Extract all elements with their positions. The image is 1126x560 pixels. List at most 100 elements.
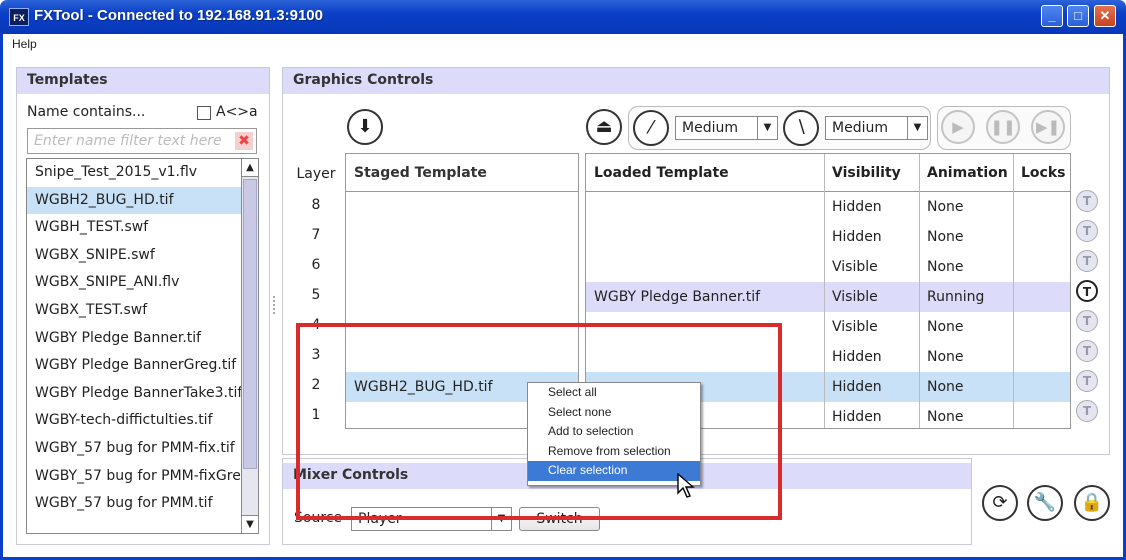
animation-cell: None	[927, 379, 964, 395]
template-list-item[interactable]: WGBH_TEST.swf	[27, 214, 243, 242]
scroll-thumb[interactable]	[243, 179, 257, 469]
column-divider	[919, 154, 920, 428]
template-list-item[interactable]: WGBH2_BUG_HD.tif	[27, 186, 243, 215]
layer-lock-icon[interactable]: T	[1076, 370, 1098, 392]
template-list[interactable]: Snipe_Test_2015_v1.flv WGBH2_BUG_HD.tif WG…	[26, 158, 244, 534]
template-list-item[interactable]: WGBY-tech-diffictulties.tif	[27, 407, 243, 435]
column-divider	[824, 154, 825, 428]
chevron-down-icon[interactable]: ▼	[757, 117, 777, 139]
staged-template-cell[interactable]	[346, 222, 578, 252]
layer-number: 7	[311, 227, 321, 243]
graphics-controls-title: Graphics Controls	[283, 68, 1109, 94]
speed-out-select[interactable]: Medium ▼	[825, 116, 928, 140]
panel-splitter[interactable]	[273, 296, 278, 314]
skip-icon[interactable]: ▶❚	[1031, 110, 1065, 144]
lock-column: TTTTTTTT	[1076, 190, 1098, 430]
template-list-item[interactable]: WGBY Pledge BannerTake3.tif	[27, 380, 243, 408]
animation-cell: None	[927, 229, 964, 245]
context-menu-item[interactable]: Clear selection	[528, 461, 700, 481]
menu-help[interactable]: Help	[12, 37, 37, 51]
name-contains-label: Name contains...	[27, 104, 146, 120]
loaded-template-row[interactable]: WGBY Pledge Banner.tif Visible Running	[586, 282, 1070, 312]
eject-icon[interactable]: ⏏	[586, 109, 622, 145]
pause-icon[interactable]: ❚❚	[986, 110, 1020, 144]
animation-cell: Running	[927, 289, 985, 305]
layer-lock-icon[interactable]: T	[1076, 310, 1098, 332]
staged-template-header: Staged Template	[346, 154, 578, 192]
scroll-down-icon[interactable]: ▼	[242, 515, 258, 533]
animation-cell: None	[927, 259, 964, 275]
context-menu-item[interactable]: Remove from selection	[528, 442, 700, 462]
layer-lock-icon[interactable]: T	[1076, 280, 1098, 302]
play-icon[interactable]: ▶	[941, 110, 975, 144]
window-title: FXTool - Connected to 192.168.91.3:9100	[34, 7, 323, 24]
templates-title: Templates	[17, 68, 269, 94]
animation-cell: None	[927, 199, 964, 215]
column-divider	[1013, 154, 1014, 428]
loaded-template-row[interactable]: Hidden None	[586, 222, 1070, 252]
template-list-scrollbar[interactable]: ▲ ▼	[241, 158, 259, 534]
layer-number: 5	[311, 287, 321, 303]
context-menu-item[interactable]: Add to selection	[528, 422, 700, 442]
animation-cell: None	[927, 319, 964, 335]
close-button[interactable]: ✕	[1094, 5, 1116, 27]
scroll-up-icon[interactable]: ▲	[242, 159, 258, 177]
layer-number: 6	[311, 257, 321, 273]
speed-in-value: Medium	[682, 120, 738, 136]
context-menu[interactable]: Select all Select none Add to selection Rem…	[527, 382, 701, 486]
loaded-template-row[interactable]: Hidden None	[586, 192, 1070, 222]
layer-lock-icon[interactable]: T	[1076, 220, 1098, 242]
visibility-cell: Visible	[832, 289, 878, 305]
mouse-cursor-icon	[677, 473, 695, 498]
staged-template-cell[interactable]	[346, 282, 578, 312]
visibility-cell: Visible	[832, 259, 878, 275]
template-list-item[interactable]: WGBY_57 bug for PMM-fixGreg.tif	[27, 463, 243, 491]
loaded-template-header: Loaded Template	[594, 165, 729, 181]
layer-header: Layer	[296, 166, 336, 182]
padlock-icon[interactable]: 🔒	[1074, 485, 1110, 521]
visibility-cell: Hidden	[832, 379, 882, 395]
wrench-icon[interactable]: 🔧	[1027, 485, 1063, 521]
locks-header: Locks	[1021, 165, 1066, 181]
animation-header: Animation	[927, 165, 1008, 181]
visibility-cell: Hidden	[832, 199, 882, 215]
layer-lock-icon[interactable]: T	[1076, 190, 1098, 212]
minimize-button[interactable]: _	[1041, 5, 1063, 27]
wand-out-icon[interactable]: ∖	[783, 110, 819, 146]
visibility-cell: Hidden	[832, 229, 882, 245]
layer-lock-icon[interactable]: T	[1076, 340, 1098, 362]
visibility-cell: Hidden	[832, 349, 882, 365]
template-list-item[interactable]: Snipe_Test_2015_v1.flv	[27, 159, 243, 187]
context-menu-item[interactable]: Select all	[528, 383, 700, 403]
template-list-item[interactable]: WGBY Pledge BannerGreg.tif	[27, 352, 243, 380]
loaded-template-row[interactable]: Visible None	[586, 252, 1070, 282]
staged-template-cell[interactable]	[346, 192, 578, 222]
case-sensitive-label: A<>a	[216, 104, 258, 120]
refresh-icon[interactable]: ⟳	[982, 485, 1018, 521]
template-list-item[interactable]: WGBX_SNIPE.swf	[27, 242, 243, 270]
layer-lock-icon[interactable]: T	[1076, 400, 1098, 422]
chevron-down-icon[interactable]: ▼	[907, 117, 927, 139]
layer-number: 8	[311, 197, 321, 213]
visibility-header: Visibility	[832, 165, 901, 181]
maximize-button[interactable]: □	[1067, 5, 1089, 27]
wand-in-icon[interactable]: ⁄	[633, 110, 669, 146]
template-list-item[interactable]: WGBY_57 bug for PMM.tif	[27, 490, 243, 518]
template-filter-input[interactable]: Enter name filter text here	[27, 128, 257, 154]
download-icon[interactable]: ⬇	[347, 109, 383, 145]
context-menu-item[interactable]: Select none	[528, 403, 700, 423]
template-list-item[interactable]: WGBX_TEST.swf	[27, 297, 243, 325]
template-list-item[interactable]: WGBY_57 bug for PMM-fix.tif	[27, 435, 243, 463]
visibility-cell: Visible	[832, 319, 878, 335]
speed-in-select[interactable]: Medium ▼	[675, 116, 778, 140]
animation-cell: None	[927, 409, 964, 425]
visibility-cell: Hidden	[832, 409, 882, 425]
staged-template-cell[interactable]	[346, 252, 578, 282]
loaded-cell: WGBY Pledge Banner.tif	[594, 289, 761, 305]
case-sensitive-checkbox[interactable]	[197, 106, 211, 120]
template-list-item[interactable]: WGBY Pledge Banner.tif	[27, 325, 243, 353]
clear-filter-icon[interactable]: ✖	[235, 132, 253, 150]
app-icon: FX	[9, 8, 29, 26]
layer-lock-icon[interactable]: T	[1076, 250, 1098, 272]
template-list-item[interactable]: WGBX_SNIPE_ANI.flv	[27, 269, 243, 297]
